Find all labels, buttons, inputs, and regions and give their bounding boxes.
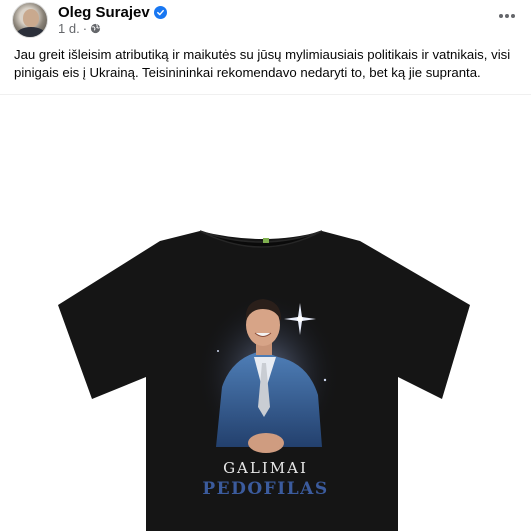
globe-icon[interactable] [90,23,101,34]
avatar-face [23,9,39,27]
meta-separator: · [82,20,88,36]
author-name[interactable]: Oleg Surajev [58,4,150,21]
shirt-caption-top: GALIMAI [223,459,308,477]
post-header: Oleg Surajev 1 d. · [12,0,519,40]
shirt-caption-bottom: PEDOFILAS [202,479,329,499]
more-options-icon[interactable] [495,4,519,28]
tshirt-tag [263,238,269,243]
small-star [217,350,219,352]
facebook-post: Oleg Surajev 1 d. · Jau greit išleisim a… [0,0,531,531]
post-meta: 1 d. · [58,20,101,36]
small-star [323,378,327,382]
avatar-shoulders [16,27,46,37]
verified-badge-icon [153,5,167,19]
post-text: Jau greit išleisim atributiką ir maikutė… [14,47,511,80]
author-avatar[interactable] [12,2,48,38]
post-time[interactable]: 1 d. [58,21,80,36]
post-image[interactable]: GALIMAI PEDOFILAS [0,94,531,531]
figure-hands [248,433,284,453]
author-row: Oleg Surajev [58,3,167,21]
